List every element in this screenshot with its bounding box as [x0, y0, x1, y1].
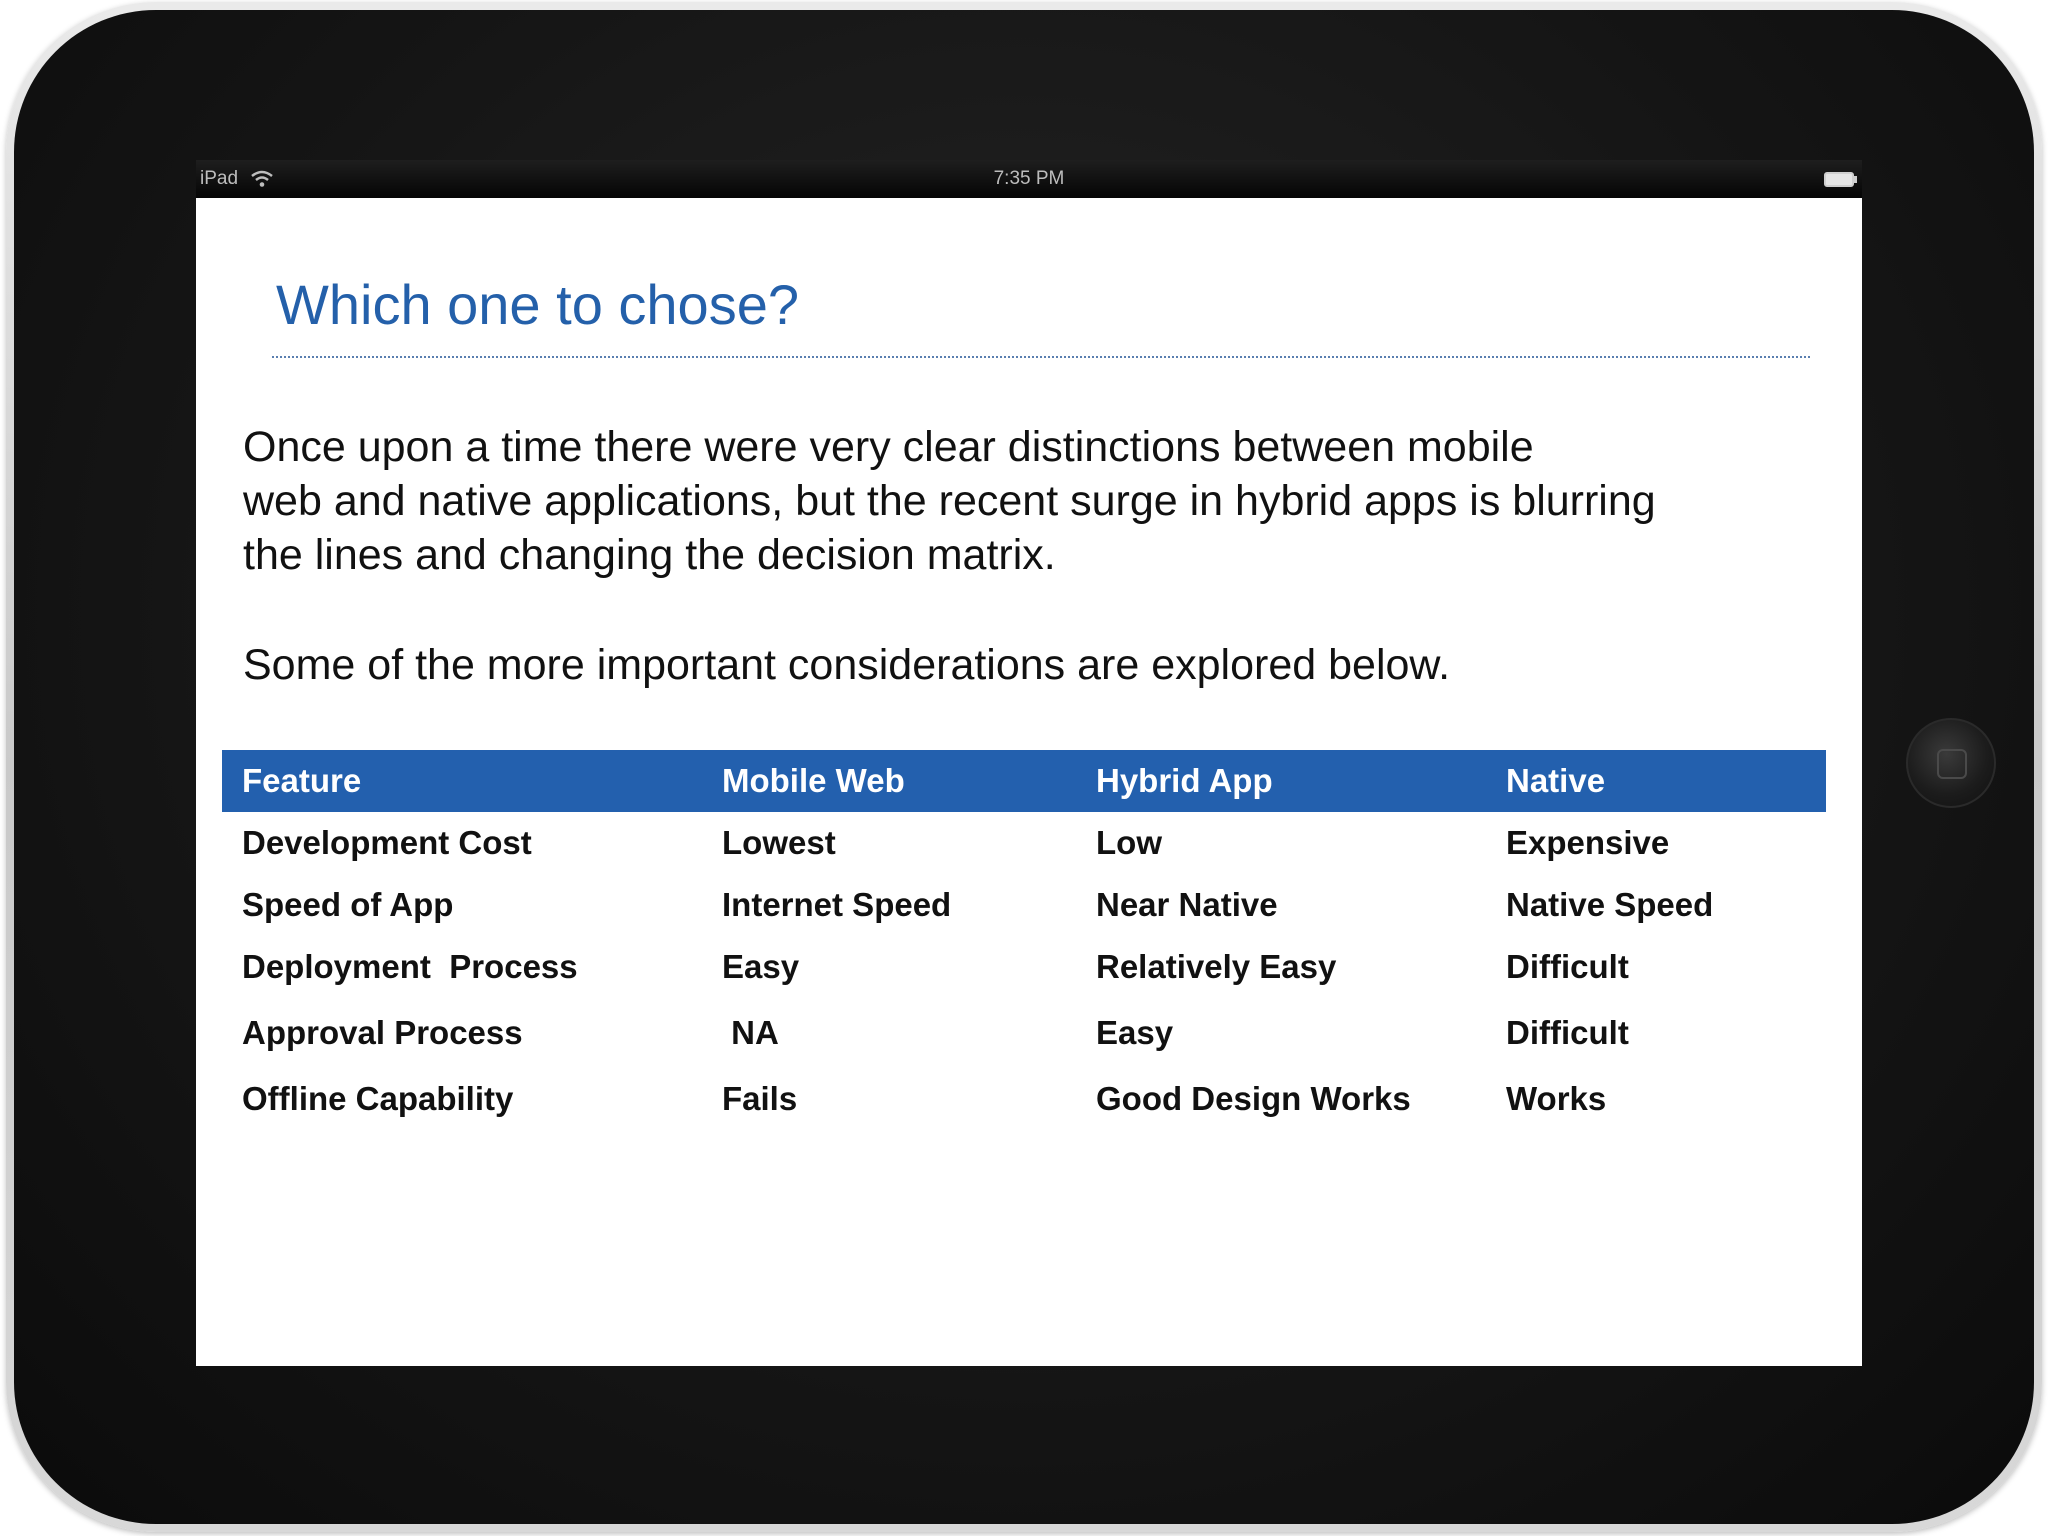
- table-header-row: Feature Mobile Web Hybrid App Native: [222, 750, 1826, 812]
- table-cell: Lowest: [722, 824, 836, 861]
- table-cell: Offline Capability: [242, 1080, 514, 1117]
- table-cell: Deployment Process: [242, 948, 578, 985]
- table-cell: Difficult: [1506, 948, 1629, 985]
- table-cell: Low: [1096, 824, 1162, 861]
- table-cell: Works: [1506, 1080, 1607, 1117]
- table-cell: Speed of App: [242, 886, 454, 923]
- table-cell: NA: [722, 1014, 779, 1051]
- slide-title: Which one to chose?: [276, 273, 799, 336]
- header-native: Native: [1486, 750, 1826, 812]
- table-cell: Native Speed: [1506, 886, 1714, 923]
- comparison-table: Feature Mobile Web Hybrid App Native Dev…: [222, 750, 1826, 1130]
- header-hybrid-app: Hybrid App: [1076, 750, 1486, 812]
- table-cell: Easy: [1096, 1014, 1174, 1051]
- home-button[interactable]: [1906, 718, 1996, 808]
- table-row: Offline Capability Fails Good Design Wor…: [222, 1068, 1826, 1130]
- table-row: Speed of App Internet Speed Near Native …: [222, 874, 1826, 936]
- title-divider: [272, 356, 1810, 358]
- table-cell: Difficult: [1506, 1014, 1629, 1051]
- table-cell: Development Cost: [242, 824, 532, 861]
- subtext: Some of the more important consideration…: [243, 641, 1451, 689]
- intro-line: Once upon a time there were very clear d…: [243, 423, 1534, 471]
- status-bar: iPad 7:35 PM: [196, 160, 1862, 198]
- header-feature: Feature: [222, 750, 702, 812]
- status-time: 7:35 PM: [993, 168, 1065, 189]
- table-cell: Near Native: [1096, 886, 1278, 923]
- table-row: Development Cost Lowest Low Expensive: [222, 812, 1826, 874]
- home-square-icon: [1937, 749, 1967, 779]
- table-row: Deployment Process Easy Relatively Easy …: [222, 936, 1826, 998]
- table-cell: Easy: [722, 948, 800, 985]
- intro-line: the lines and changing the decision matr…: [243, 531, 1056, 579]
- table-row: Approval Process NA Easy Difficult: [222, 998, 1826, 1068]
- table-cell: Approval Process: [242, 1014, 523, 1051]
- table-cell: Internet Speed: [722, 886, 952, 923]
- table-cell: Expensive: [1506, 824, 1670, 861]
- tablet-screen: iPad 7:35 PM Which one to chose? Once up…: [196, 160, 1862, 1366]
- table-cell: Relatively Easy: [1096, 948, 1337, 985]
- intro-paragraph: Once upon a time there were very clear d…: [243, 420, 1823, 582]
- header-mobile-web: Mobile Web: [702, 750, 1076, 812]
- intro-line: web and native applications, but the rec…: [243, 477, 1656, 525]
- table-cell: Fails: [722, 1080, 798, 1117]
- table-cell: Good Design Works: [1096, 1080, 1411, 1117]
- battery-icon: [1824, 172, 1857, 187]
